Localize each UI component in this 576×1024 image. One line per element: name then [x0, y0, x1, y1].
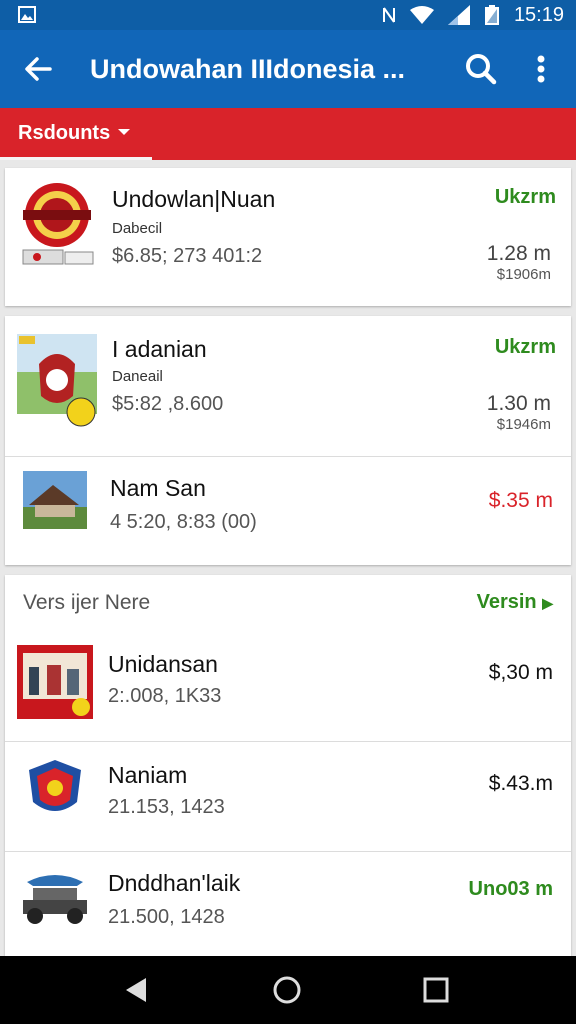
listing-price: 21.500, 1428	[108, 906, 225, 928]
listing-card: Undowlan|Nuan Dabecil $6.85; 273 401:2 U…	[5, 168, 571, 306]
app-bar: Undowahan IIIdonesia ...	[0, 30, 576, 108]
listing-tag: Ukzrm	[494, 336, 556, 358]
gallery-notification-icon	[18, 6, 36, 23]
section-link-label: Versin	[476, 591, 537, 613]
listing-thumbnail	[17, 868, 93, 930]
listing-thumbnail	[17, 334, 97, 430]
section-card: Vers ijer Nere Versin ▶ Unidansan 2:.008…	[5, 575, 571, 956]
listing-title: I adanian	[112, 336, 207, 362]
nav-recents-icon[interactable]	[420, 974, 452, 1006]
tab-label: Rsdounts	[18, 122, 111, 144]
nav-home-icon[interactable]	[271, 974, 303, 1006]
battery-icon	[484, 5, 499, 25]
section-header: Vers ijer Nere Versin ▶	[5, 575, 571, 633]
listing-value-sub: $1946m	[496, 416, 551, 433]
listing-card: I adanian Daneail $5:82 ,8.600 Ukzrm 1.3…	[5, 316, 571, 565]
list-item[interactable]: Dnddhan'laik 21.500, 1428 Uno03 m	[5, 851, 571, 956]
listing-value: $,30 m	[488, 661, 553, 684]
search-icon[interactable]	[464, 52, 498, 86]
listing-value-sub: $1906m	[496, 266, 551, 283]
listing-tag: Ukzrm	[494, 186, 556, 208]
chevron-down-icon	[118, 128, 131, 135]
listing-price: 2:.008, 1K33	[108, 685, 222, 707]
signal-icon	[447, 5, 470, 25]
listing-price: $6.85; 273 401:2	[112, 245, 263, 267]
tab-bar: Rsdounts	[0, 108, 576, 160]
chevron-right-icon: ▶	[542, 595, 553, 611]
listing-title: Nam San	[110, 475, 206, 501]
listing-price: $5:82 ,8.600	[112, 393, 224, 415]
tab-rsdounts[interactable]: Rsdounts	[18, 108, 131, 158]
status-time: 15:19	[513, 3, 564, 26]
listing-title: Dnddhan'laik	[108, 870, 241, 896]
listing-price: 4 5:20, 8:83 (00)	[110, 511, 257, 533]
wifi-icon	[409, 6, 434, 24]
listing-thumbnail	[17, 182, 97, 272]
listing-thumbnail	[25, 758, 85, 822]
list-item[interactable]: Nam San 4 5:20, 8:83 (00) $.35 m	[5, 456, 571, 565]
listing-price: 21.153, 1423	[108, 796, 225, 818]
listing-title: Naniam	[108, 762, 188, 788]
list-item[interactable]: Naniam 21.153, 1423 $.43.m	[5, 741, 571, 851]
listing-thumbnail	[17, 645, 93, 719]
section-more-link[interactable]: Versin ▶	[477, 591, 553, 614]
listing-value: Uno03 m	[468, 878, 553, 900]
listing-title: Unidansan	[108, 651, 218, 677]
list-item[interactable]: I adanian Daneail $5:82 ,8.600 Ukzrm 1.3…	[5, 316, 571, 456]
listing-value: $.35 m	[488, 489, 553, 512]
listing-value: $.43.m	[488, 772, 553, 795]
tab-indicator	[0, 157, 152, 160]
listing-subtitle: Daneail	[112, 368, 163, 385]
listing-value: 1.30 m	[486, 392, 551, 415]
more-vert-icon[interactable]	[528, 52, 554, 86]
status-bar: 15:19	[0, 0, 576, 30]
listing-subtitle: Dabecil	[112, 220, 163, 237]
listing-title: Undowlan|Nuan	[112, 186, 276, 212]
listing-thumbnail	[23, 471, 87, 529]
list-item[interactable]: Undowlan|Nuan Dabecil $6.85; 273 401:2 U…	[5, 168, 571, 306]
nav-back-icon[interactable]	[120, 974, 152, 1006]
section-title: Vers ijer Nere	[23, 591, 151, 614]
back-arrow-icon[interactable]	[22, 53, 54, 85]
nfc-icon	[382, 7, 395, 23]
listing-value: 1.28 m	[486, 242, 551, 265]
list-item[interactable]: Unidansan 2:.008, 1K33 $,30 m	[5, 633, 571, 741]
system-nav-bar	[0, 956, 576, 1024]
page-title: Undowahan IIIdonesia ...	[90, 54, 406, 84]
